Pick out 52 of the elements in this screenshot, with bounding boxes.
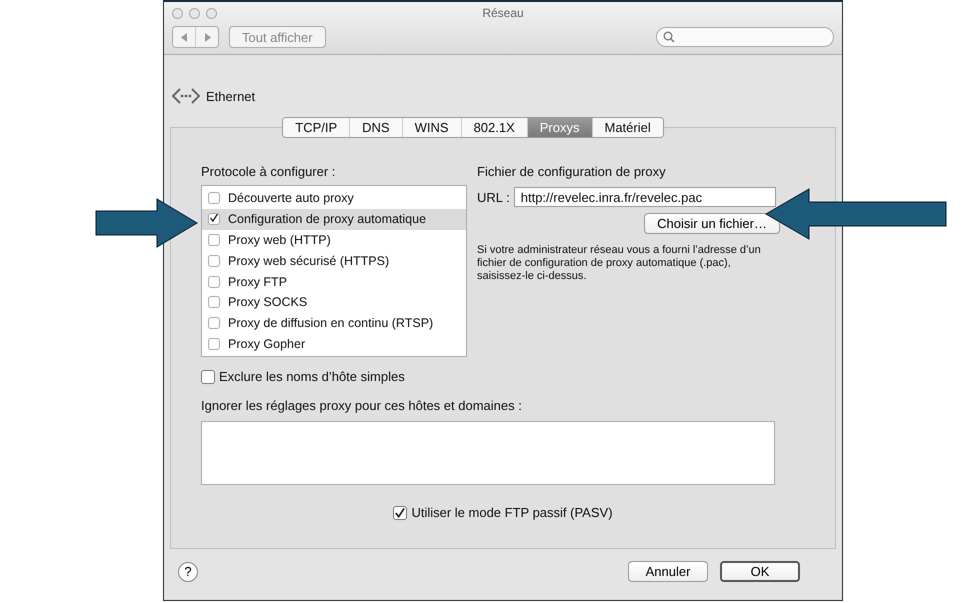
close-button[interactable]	[172, 8, 183, 18]
protocol-label: Proxy web sécurisé (HTTPS)	[228, 254, 390, 268]
protocol-item[interactable]: Configuration de proxy automatique	[202, 208, 466, 230]
cancel-button[interactable]: Annuler	[628, 561, 708, 582]
checkbox[interactable]	[208, 213, 220, 226]
service-name: Ethernet	[206, 88, 256, 104]
tab[interactable]: TCP/IP	[283, 118, 350, 137]
choose-file-button[interactable]: Choisir un fichier…	[644, 213, 780, 234]
minimize-button[interactable]	[189, 8, 200, 18]
checkbox[interactable]	[208, 254, 220, 267]
pac-label: Fichier de configuration de proxy	[477, 164, 667, 179]
protocol-label: Proxy Gopher	[228, 336, 306, 351]
bypass-field[interactable]	[201, 421, 775, 486]
checkbox[interactable]	[208, 192, 220, 204]
protocol-label: Proxy SOCKS	[228, 295, 308, 310]
checkbox[interactable]	[201, 370, 215, 384]
checkbox[interactable]	[393, 506, 408, 520]
help-button[interactable]: ?	[178, 562, 198, 582]
protocol-label: Proxy web (HTTP)	[228, 232, 331, 247]
checkbox[interactable]	[208, 276, 220, 288]
checkbox[interactable]	[208, 317, 220, 330]
protocol-item[interactable]: Découverte auto proxy	[202, 188, 466, 209]
protocol-label: Proxy de diffusion en continu (RTSP)	[228, 316, 434, 330]
tab[interactable]: Proxys	[528, 118, 592, 137]
url-field[interactable]: http://revelec.inra.fr/revelec.pac	[514, 187, 776, 207]
protocol-label: Proxy FTP	[228, 274, 288, 289]
url-label: URL :	[477, 190, 510, 204]
protocol-item[interactable]: Proxy FTP	[202, 271, 466, 292]
passive-ftp-label: Utiliser le mode FTP passif (PASV)	[411, 505, 613, 520]
search-icon	[663, 31, 675, 43]
back-icon[interactable]	[180, 32, 188, 42]
exclude-label: Exclure les noms d’hôte simples	[219, 369, 405, 384]
search-field[interactable]	[656, 27, 834, 47]
protocol-item[interactable]: Proxy web sécurisé (HTTPS)	[202, 250, 466, 272]
zoom-button[interactable]	[206, 8, 217, 18]
ethernet-icon	[172, 87, 200, 105]
protocol-label: Découverte auto proxy	[228, 191, 354, 206]
protocol-item[interactable]: Proxy web (HTTP)	[202, 230, 466, 250]
checkbox[interactable]	[208, 338, 220, 350]
protocol-item[interactable]: Proxy SOCKS	[202, 292, 466, 313]
forward-icon[interactable]	[204, 32, 210, 42]
protocol-label: Protocole à configurer :	[201, 164, 336, 179]
checkbox[interactable]	[208, 234, 220, 246]
window-title: Réseau	[481, 6, 525, 20]
help-text: Si votre administrateur réseau vous a fourni l’adresse d’un fichier de configuration de proxy automatique (.pac), saisissez-le ci-dessus.	[477, 244, 762, 283]
ok-button[interactable]: OK	[720, 561, 800, 582]
back-forward-control[interactable]	[172, 26, 219, 48]
protocol-label: Configuration de proxy automatique	[228, 212, 426, 226]
protocol-item[interactable]: Proxy de diffusion en continu (RTSP)	[202, 312, 466, 334]
protocol-item[interactable]: Proxy Gopher	[202, 334, 466, 354]
bypass-label: Ignorer les réglages proxy pour ces hôtes et domaines :	[201, 398, 523, 414]
checkbox[interactable]	[208, 296, 220, 308]
